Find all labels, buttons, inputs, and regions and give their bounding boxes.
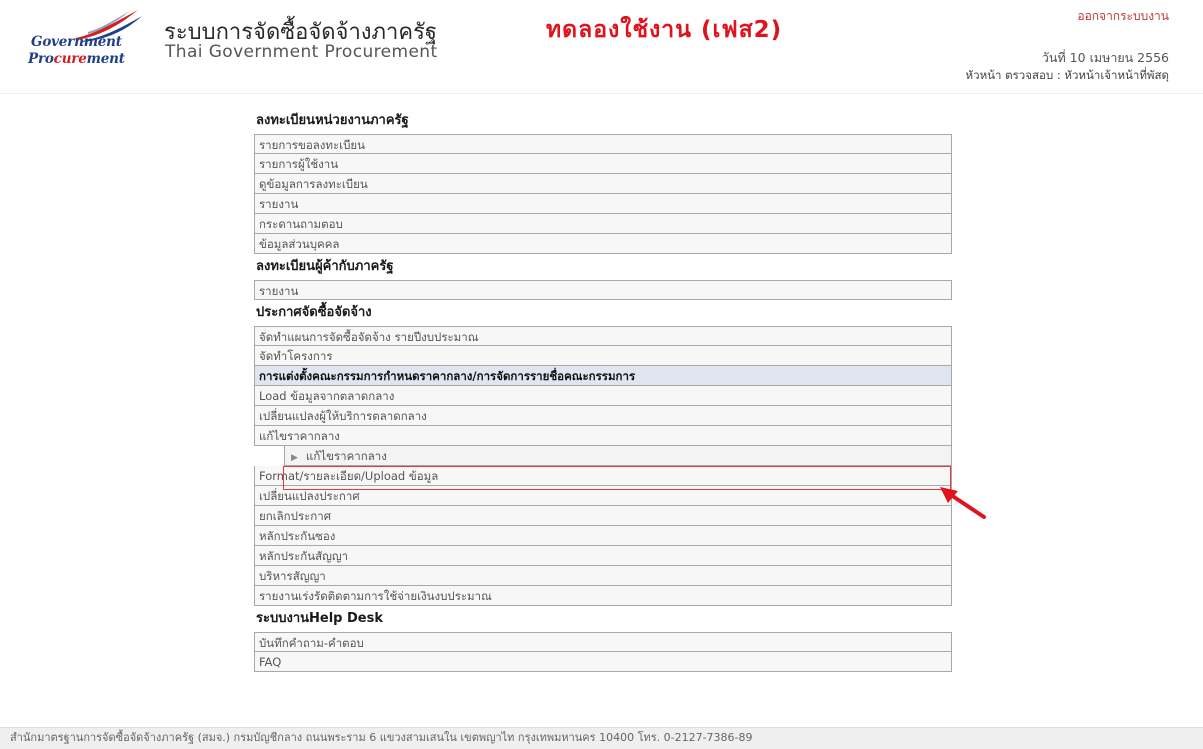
menu-item-change-market-provider[interactable]: เปลี่ยนแปลงผู้ให้บริการตลาดกลาง <box>254 406 952 426</box>
menu-item-record-qa[interactable]: บันทึกคำถาม-คำตอบ <box>254 632 952 652</box>
play-triangle-icon: ▶ <box>291 453 298 463</box>
menu-item-qa-board[interactable]: กระดานถามตอบ <box>254 214 952 234</box>
logout-link[interactable]: ออกจากระบบงาน <box>1077 7 1169 26</box>
section-title-help-desk: ระบบงานHelp Desk <box>256 611 383 626</box>
page-footer: สำนักมาตรฐานการจัดซื้อจัดจ้างภาครัฐ (สมจ… <box>0 727 1203 749</box>
menu-item-contract-management[interactable]: บริหารสัญญา <box>254 566 952 586</box>
logo-word-government: Government <box>31 34 122 50</box>
gprocurement-logo: Government Procurement <box>28 8 150 74</box>
menu-item-vendor-report[interactable]: รายงาน <box>254 280 952 300</box>
menu-item-annual-plan[interactable]: จัดทำแผนการจัดซื้อจัดจ้าง รายปีงบประมาณ <box>254 326 952 346</box>
menu-item-cancel-announcement[interactable]: ยกเลิกประกาศ <box>254 506 952 526</box>
submenu-item-edit-median-price[interactable]: ▶ แก้ไขราคากลาง <box>284 446 952 466</box>
main-menu: ลงทะเบียนหน่วยงานภาครัฐ รายการขอลงทะเบีย… <box>254 108 954 672</box>
annotation-arrow-icon <box>940 487 986 519</box>
header-divider <box>0 93 1203 94</box>
logo-word-procurement: Procurement <box>28 51 125 67</box>
current-date: วันที่ 10 เมษายน 2556 <box>1041 50 1169 65</box>
annotation-highlight-box <box>283 466 951 490</box>
menu-item-personal-info[interactable]: ข้อมูลส่วนบุคคล <box>254 234 952 254</box>
section-title-procurement-announcement: ประกาศจัดซื้อจัดจ้าง <box>256 305 372 320</box>
menu-item-contract-guarantee[interactable]: หลักประกันสัญญา <box>254 546 952 566</box>
menu-item-view-registration[interactable]: ดูข้อมูลการลงทะเบียน <box>254 174 952 194</box>
menu-item-bid-guarantee[interactable]: หลักประกันซอง <box>254 526 952 546</box>
menu-item-create-project[interactable]: จัดทำโครงการ <box>254 346 952 366</box>
demo-phase-title: ทดลองใช้งาน (เฟส2) <box>546 17 783 43</box>
menu-item-registration-requests[interactable]: รายการขอลงทะเบียน <box>254 134 952 154</box>
menu-item-report[interactable]: รายงาน <box>254 194 952 214</box>
menu-item-edit-median-price[interactable]: แก้ไขราคากลาง <box>254 426 952 446</box>
menu-item-user-list[interactable]: รายการผู้ใช้งาน <box>254 154 952 174</box>
page-header: Government Procurement ระบบการจัดซื้อจัด… <box>0 0 1203 90</box>
menu-item-budget-tracking-report[interactable]: รายงานเร่งรัดติดตามการใช้จ่ายเงินงบประมา… <box>254 586 952 606</box>
submenu-item-label: แก้ไขราคากลาง <box>305 449 387 463</box>
section-title-gov-registration: ลงทะเบียนหน่วยงานภาครัฐ <box>256 113 409 128</box>
menu-item-faq[interactable]: FAQ <box>254 652 952 672</box>
section-title-vendor-registration: ลงทะเบียนผู้ค้ากับภาครัฐ <box>256 259 394 274</box>
menu-item-load-market-data[interactable]: Load ข้อมูลจากตลาดกลาง <box>254 386 952 406</box>
menu-item-committee-appointment[interactable]: การแต่งตั้งคณะกรรมการกำหนดราคากลาง/การจั… <box>254 366 952 386</box>
user-role: หัวหน้า ตรวจสอบ : หัวหน้าเจ้าหน้าที่พัสด… <box>965 68 1169 82</box>
site-title-english: Thai Government Procurement <box>165 42 438 62</box>
